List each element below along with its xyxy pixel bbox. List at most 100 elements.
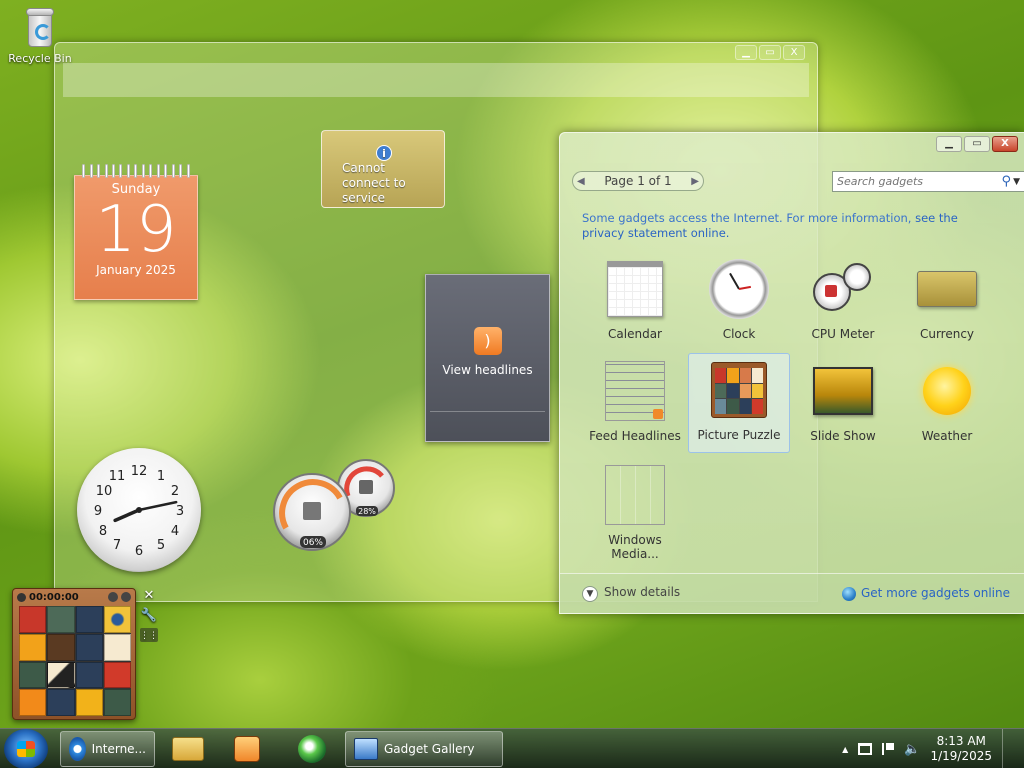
show-details-toggle[interactable]: ▼ Show details [582,585,680,602]
slide-show-thumbnail-icon [811,359,875,423]
ie-maximize-button[interactable]: ▭ [759,45,781,60]
puzzle-tile[interactable] [75,606,103,633]
gallery-item-picture-puzzle[interactable]: Picture Puzzle [688,353,790,453]
feed-headlines-gadget[interactable]: ) View headlines [425,274,550,442]
taskbar-item-gadget-gallery[interactable]: Gadget Gallery [345,731,503,767]
taskbar-item-internet-explorer[interactable]: Interne... [60,731,155,767]
gallery-item-feed-headlines[interactable]: Feed Headlines [584,355,686,455]
puzzle-tile[interactable] [19,606,47,633]
gadget-side-toolbar: ✕ 🔧 ⋮⋮ [140,588,158,646]
clock-gadget[interactable]: 12 1 2 3 4 5 6 7 8 9 10 11 [77,448,201,572]
calendar-gadget[interactable]: Sunday 19 January 2025 [74,164,198,300]
gallery-item-windows-media[interactable]: Windows Media... [584,459,686,561]
gallery-item-currency[interactable]: Currency [896,253,998,353]
clock-numeral-4: 4 [171,524,179,539]
gallery-item-slide-show[interactable]: Slide Show [792,355,894,455]
timer-icon [17,592,26,602]
puzzle-tile[interactable] [47,633,75,661]
internet-notice: Some gadgets access the Internet. For mo… [582,211,982,241]
ie-toolbar [63,63,809,97]
page-navigator: ◀ Page 1 of 1 ▶ [572,171,704,191]
puzzle-tile[interactable] [75,633,103,661]
gallery-minimize-button[interactable]: ▁ [936,136,962,152]
search-box: ⚲ ▼ [832,171,1024,192]
info-icon: i [376,145,392,161]
taskbar-item-explorer[interactable] [170,731,206,767]
view-headlines-link[interactable]: View headlines [426,363,549,377]
taskbar-item-media-player[interactable] [230,731,266,767]
system-tray: ▲ 🔈 8:13 AM 1/19/2025 [842,729,1014,768]
taskbar-ie-label: Interne... [91,742,146,756]
clock-numeral-5: 5 [157,538,165,553]
puzzle-tile[interactable] [103,606,131,633]
next-page-icon[interactable]: ▶ [691,176,699,187]
search-gadgets-input[interactable] [837,175,1000,188]
get-more-gadgets-link[interactable]: Get more gadgets online [841,586,1010,601]
start-button[interactable] [4,729,48,768]
show-desktop-button[interactable] [1002,729,1014,768]
calendar-thumbnail-icon [603,257,667,321]
ie-titlebar[interactable] [55,43,817,65]
puzzle-tile[interactable] [75,661,103,689]
globe-icon [841,586,856,601]
taskbar-date: 1/19/2025 [930,749,992,763]
puzzle-tile[interactable] [19,689,47,716]
ie-close-button[interactable]: X [783,45,805,60]
taskbar-clock[interactable]: 8:13 AM 1/19/2025 [930,734,992,764]
puzzle-board[interactable] [19,606,131,716]
gallery-footer: ▼ Show details Get more gadgets online [560,573,1024,613]
clock-numeral-10: 10 [96,484,113,499]
clock-numeral-3: 3 [176,504,184,519]
search-icon[interactable]: ⚲ [1002,174,1012,189]
currency-thumbnail-icon [915,257,979,321]
gallery-maximize-button[interactable]: ▭ [964,136,990,152]
picture-puzzle-gadget[interactable]: 00:00:00 [12,588,136,720]
gadget-gallery-window[interactable]: ▁ ▭ X ◀ Page 1 of 1 ▶ ⚲ ▼ Some gadgets a… [559,132,1024,614]
puzzle-tile[interactable] [19,661,47,689]
rss-icon: ) [473,327,502,355]
network-icon[interactable] [858,743,873,755]
ie-minimize-button[interactable]: ▁ [735,45,757,60]
clock-numeral-6: 6 [135,544,143,559]
gallery-item-label: Picture Puzzle [697,428,781,442]
puzzle-header: 00:00:00 [13,589,135,605]
reset-icon[interactable] [121,592,131,602]
drag-grip-icon[interactable]: ⋮⋮ [140,628,158,642]
notice-text: Some gadgets access the Internet. For mo… [582,211,916,225]
gallery-window-controls: ▁ ▭ X [936,136,1018,152]
puzzle-tile[interactable] [47,689,75,716]
gallery-close-button[interactable]: X [992,136,1018,152]
puzzle-tile[interactable] [47,661,75,689]
taskbar-item-windows-media-center[interactable] [294,731,330,767]
gallery-item-label: Currency [919,327,975,341]
gallery-item-label: Weather [921,429,973,443]
gallery-item-clock[interactable]: Clock [688,253,790,353]
show-details-label: Show details [604,585,681,599]
wrench-options-icon[interactable]: 🔧 [140,608,158,624]
memory-percent: 28% [358,507,376,516]
gallery-item-cpu-meter[interactable]: CPU Meter [792,253,894,353]
cpu-meter-gadget[interactable]: 06% 28% [270,458,400,552]
windows-media-center-icon [298,735,326,763]
close-gadget-icon[interactable]: ✕ [140,588,158,604]
action-center-flag-icon[interactable] [882,743,895,755]
help-icon[interactable] [108,592,118,602]
puzzle-tile[interactable] [103,689,131,716]
puzzle-tile[interactable] [75,689,103,716]
currency-gadget[interactable]: i Cannot connect to service [321,130,445,208]
previous-page-icon[interactable]: ◀ [577,176,585,187]
puzzle-tile[interactable] [103,633,131,661]
search-dropdown-icon[interactable]: ▼ [1013,177,1020,187]
chevron-down-icon: ▼ [582,586,598,602]
gallery-item-label: Windows Media... [608,533,662,561]
gallery-item-weather[interactable]: Weather [896,355,998,455]
get-more-gadgets-label[interactable]: Get more gadgets online [861,586,1010,600]
puzzle-tile[interactable] [19,633,47,661]
clock-numeral-7: 7 [113,538,121,553]
puzzle-tile[interactable] [47,606,75,633]
gallery-item-calendar[interactable]: Calendar [584,253,686,353]
show-hidden-icons-button[interactable]: ▲ [842,745,848,754]
puzzle-tile[interactable] [103,661,131,689]
volume-icon[interactable]: 🔈 [904,742,920,757]
picture-puzzle-thumbnail-icon [707,358,771,422]
